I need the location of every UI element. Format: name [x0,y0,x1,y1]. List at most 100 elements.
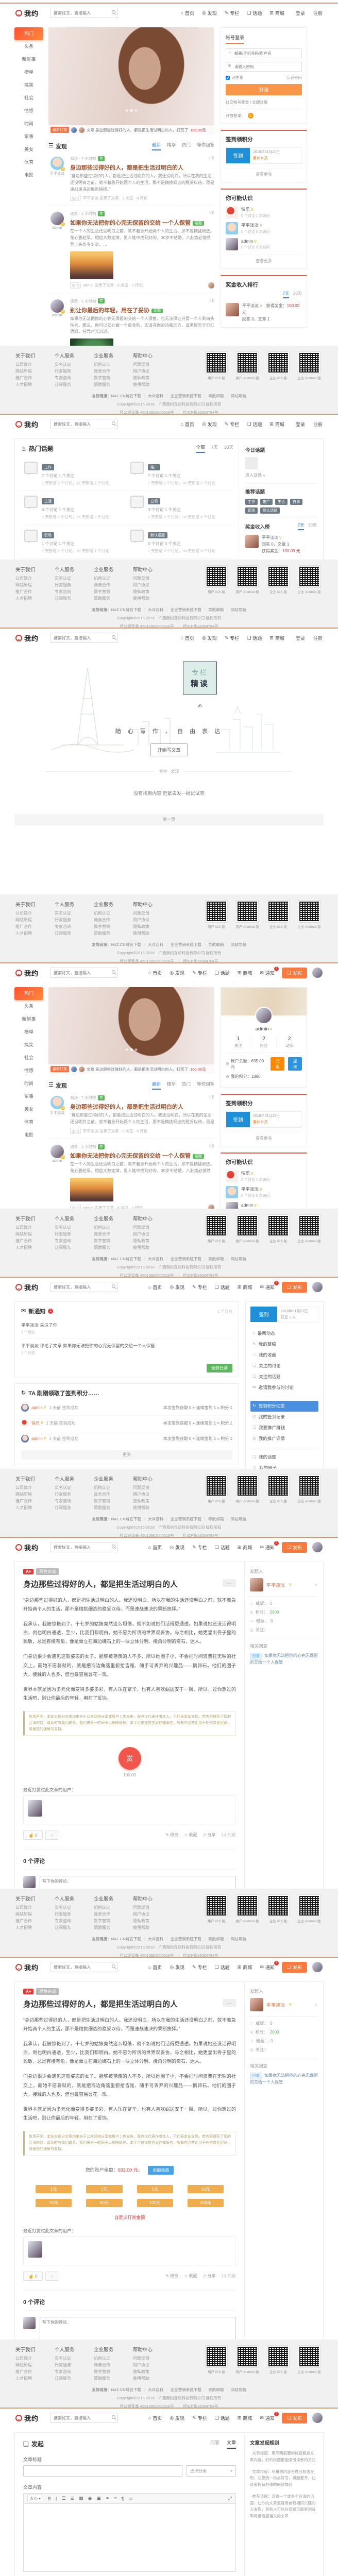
topics-tab-all[interactable]: 全部 [196,444,205,453]
nav-discover[interactable]: 发现 [170,2415,184,2421]
signin-button[interactable]: 签到 [250,1307,277,1322]
sidebar-item-fashion[interactable]: 时尚 [14,1077,43,1090]
nav-column[interactable]: 专栏 [192,1544,207,1551]
post-author-avatar[interactable]: V [50,212,64,225]
topic-tag[interactable]: 默认话题 [260,507,280,514]
footer-link[interactable]: 订阅服务 [55,1504,94,1511]
nav-notifications[interactable]: 通知3 [260,2415,275,2421]
post-thumbnail-green[interactable] [70,338,113,346]
nav-topic[interactable]: 话题 [247,10,262,16]
search-input[interactable] [50,8,118,18]
sidebar-item-fashion[interactable]: 时尚 [14,117,43,130]
footer-link[interactable]: 实名认证 [55,910,94,917]
author-row[interactable]: 平平淡淡 V ✕ [250,1998,318,2016]
menu-signin-points-activity[interactable]: 签到积分动态 [250,1401,318,1412]
friend-link[interactable]: 导航邮箱 [208,942,231,947]
footer-link[interactable]: 专家咨询 [55,1918,94,1924]
footer-link[interactable]: 网站历程 [15,582,55,588]
carousel-dots[interactable] [126,1048,138,1051]
header-avatar[interactable] [312,1962,323,1972]
author-row[interactable]: 平平淡淡 V ✕ [250,1578,318,1597]
topic-tag[interactable]: 话题 [151,309,163,313]
menu-my-drafts[interactable]: 我的草稿 [250,1339,318,1350]
editor-area[interactable] [23,2504,236,2572]
footer-link[interactable]: 人才招聘 [15,930,55,937]
footer-link[interactable]: 商务合作 [94,917,133,923]
menu-followed-discussions[interactable]: 关注的讨论 [250,1361,318,1371]
sidebar-item-sports[interactable]: 体育 [14,1116,43,1129]
search-input[interactable] [50,968,118,978]
article-title-input[interactable] [23,2465,182,2477]
footer-link[interactable]: 用户协议 [133,368,172,375]
menu-invited-discussions[interactable]: 邀请我参与的讨论 [250,1382,318,1393]
article-category-tag[interactable]: 两性杂谈 [36,1988,59,1995]
footer-link[interactable]: 人才招聘 [15,1924,55,1931]
footer-link[interactable]: 专家咨询 [55,2368,94,2375]
nav-notifications[interactable]: 通知3 [260,1964,275,1971]
rank-tab-30d[interactable]: 30天 [308,522,317,530]
rank-user-avatar[interactable] [245,535,259,548]
list-icon[interactable]: ☰ [61,2496,65,2501]
friend-link[interactable]: 大众百科 [148,942,171,947]
author-avatar[interactable] [250,1578,263,1591]
close-icon[interactable]: ✕ [314,1583,318,1587]
nav-column[interactable]: 专栏 [192,2415,207,2421]
enter-topic-link[interactable]: 进入话题 » [245,472,317,478]
nav-shop[interactable]: 商城 [238,1964,252,1971]
latest-reward-bar[interactable]: 最新打赏 文章 身边那些过得好的人，都是把生活过明白的人，打赏了 100.00元 [48,1064,214,1074]
footer-link[interactable]: 公司简介 [15,1904,55,1911]
footer-link[interactable]: 订阅服务 [55,2375,94,2382]
search-icon[interactable] [112,1964,115,1968]
nav-topic[interactable]: 话题 [215,970,230,976]
login-link[interactable]: 登录 [296,10,305,16]
footer-link[interactable]: 人才招聘 [15,381,55,388]
nav-shop[interactable]: 商城 [238,1544,252,1551]
reward-amount-button[interactable]: 2元 [86,2185,122,2193]
post-title[interactable]: 身边那些过得好的人，都是把生活过明白的人 [70,1103,214,1111]
like-button[interactable]: 0 [208,156,214,160]
dislike-button[interactable] [45,2272,58,2281]
site-logo[interactable]: 我约 [15,419,39,429]
footer-link[interactable]: 隐私政策 [133,2368,172,2375]
footer-link[interactable]: 问题反馈 [133,2355,172,2362]
image-icon[interactable]: ▦ [79,2496,83,2501]
footer-link[interactable]: 推广合作 [15,923,55,930]
menu-my-circle[interactable]: 我的圈子 [250,1463,318,1469]
footer-link[interactable]: 数字营销 [94,923,133,930]
author-name[interactable]: 平平淡淡 [266,2002,285,2008]
nav-topic[interactable]: 话题 [215,1284,230,1291]
stat-followers[interactable]: 2粉丝 [251,1036,277,1048]
footer-link[interactable]: 实名认证 [55,2355,94,2362]
latest-reward-bar[interactable]: 最新打赏 文章 身边那些过得好的人，都是把生活过明白的人，打赏了 100.00元 [48,125,214,134]
post-author-avatar[interactable]: V [50,1096,64,1109]
tab-article[interactable]: 文章 [227,2439,236,2449]
footer-link[interactable]: 订阅服务 [55,1924,94,1931]
nav-home[interactable]: 首页 [148,970,162,976]
header-avatar[interactable] [312,1282,323,1292]
topics-tab-7d[interactable]: 7天 [211,444,218,453]
footer-link[interactable]: 订阅服务 [55,595,94,602]
friend-link[interactable]: 企业营销系统下载 [171,1517,209,1521]
footer-link[interactable]: 用户协议 [133,1231,172,1238]
post-author-name[interactable]: 平平淡淡 [48,171,66,176]
footer-link[interactable]: 机构认证 [94,910,133,917]
topic-tag[interactable]: 话题 [193,1154,204,1159]
publish-button[interactable]: 发布 [282,1542,307,1553]
search-icon[interactable] [112,970,115,974]
friend-link[interactable]: 大众百科 [148,2387,171,2392]
username-field[interactable] [226,48,302,58]
footer-link[interactable]: 网站历程 [15,917,55,923]
nav-notifications[interactable]: 通知3 [260,1284,275,1291]
post-author-avatar[interactable]: V [50,157,64,170]
search-input[interactable] [50,419,118,429]
topic-tag[interactable]: 推广 [260,499,273,505]
menu-promotion-detail[interactable]: 我的推广详情 [250,1433,318,1444]
footer-link[interactable]: 实名认证 [55,575,94,582]
feed-tab-waiting[interactable]: 等你回答 [197,1081,214,1090]
header-avatar[interactable] [312,968,323,978]
font-size-tag[interactable]: A+ [23,1989,33,1994]
topic-card[interactable]: 推广7 个讨论 1 个关注7 天新增 1 个讨论，30 天新增 2 个讨论 [127,457,233,491]
footer-link[interactable]: 行家服务 [55,2362,94,2368]
topic-card[interactable]: 白领3 个讨论 1 个关注7 天新增 1 个讨论，30 天新增 1 个讨论 [127,491,233,525]
nav-home[interactable]: 首页 [148,1544,162,1551]
